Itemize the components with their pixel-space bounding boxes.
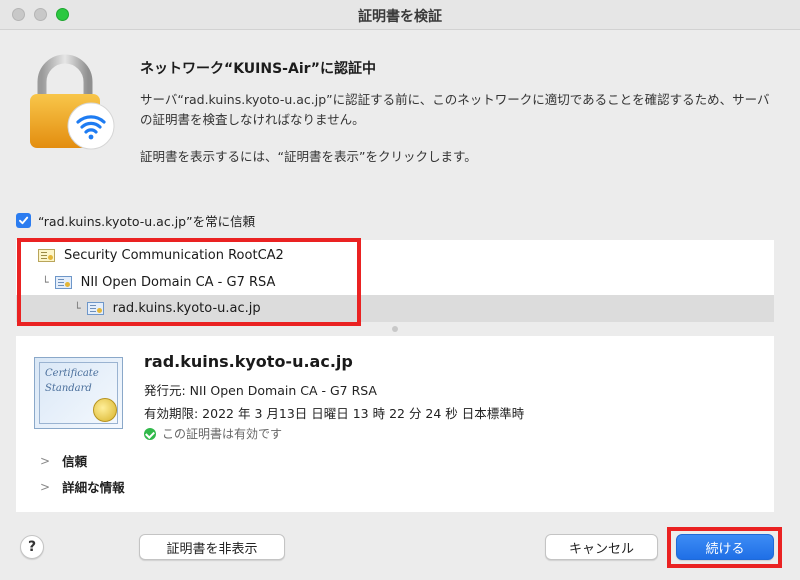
wifi-lock-icon xyxy=(30,54,115,150)
certificate-issuer: 発行元: NII Open Domain CA - G7 RSA xyxy=(144,383,377,398)
valid-check-icon xyxy=(144,427,156,440)
checkbox-checked-icon[interactable] xyxy=(16,213,31,228)
trust-section-toggle[interactable]: > 信頼 xyxy=(40,451,87,470)
dialog-description: サーバ“rad.kuins.kyoto-u.ac.jp”に認証する前に、このネッ… xyxy=(140,92,770,127)
cancel-button[interactable]: キャンセル xyxy=(545,534,658,560)
certificate-detail-panel: Certificate Standard rad.kuins.kyoto-u.ac… xyxy=(16,336,774,512)
certificate-large-icon: Certificate Standard xyxy=(34,357,123,429)
chevron-right-icon: > xyxy=(40,453,51,468)
help-button[interactable]: ? xyxy=(20,535,44,559)
continue-highlight-box xyxy=(667,527,782,568)
details-section-toggle[interactable]: > 詳細な情報 xyxy=(40,477,125,496)
chevron-right-icon: > xyxy=(40,479,51,494)
certificate-status: この証明書は有効です xyxy=(144,425,282,442)
dialog-hint: 証明書を表示するには、“証明書を表示”をクリックします。 xyxy=(140,149,477,164)
window-title: 証明書を検証 xyxy=(358,9,442,25)
always-trust-label: “rad.kuins.kyoto-u.ac.jp”を常に信頼 xyxy=(38,214,256,229)
certificate-expiry: 有効期限: 2022 年 3 月13日 日曜日 13 時 22 分 24 秒 日… xyxy=(144,406,525,421)
split-view-handle[interactable] xyxy=(392,326,398,332)
title-bar: 証明書を検証 xyxy=(0,0,800,30)
always-trust-checkbox[interactable]: “rad.kuins.kyoto-u.ac.jp”を常に信頼 xyxy=(16,211,255,230)
chain-highlight-box xyxy=(17,238,361,326)
certificate-common-name: rad.kuins.kyoto-u.ac.jp xyxy=(144,352,353,371)
dialog-heading: ネットワーク“KUINS-Air”に認証中 xyxy=(140,61,376,77)
hide-certificate-button[interactable]: 証明書を非表示 xyxy=(139,534,285,560)
